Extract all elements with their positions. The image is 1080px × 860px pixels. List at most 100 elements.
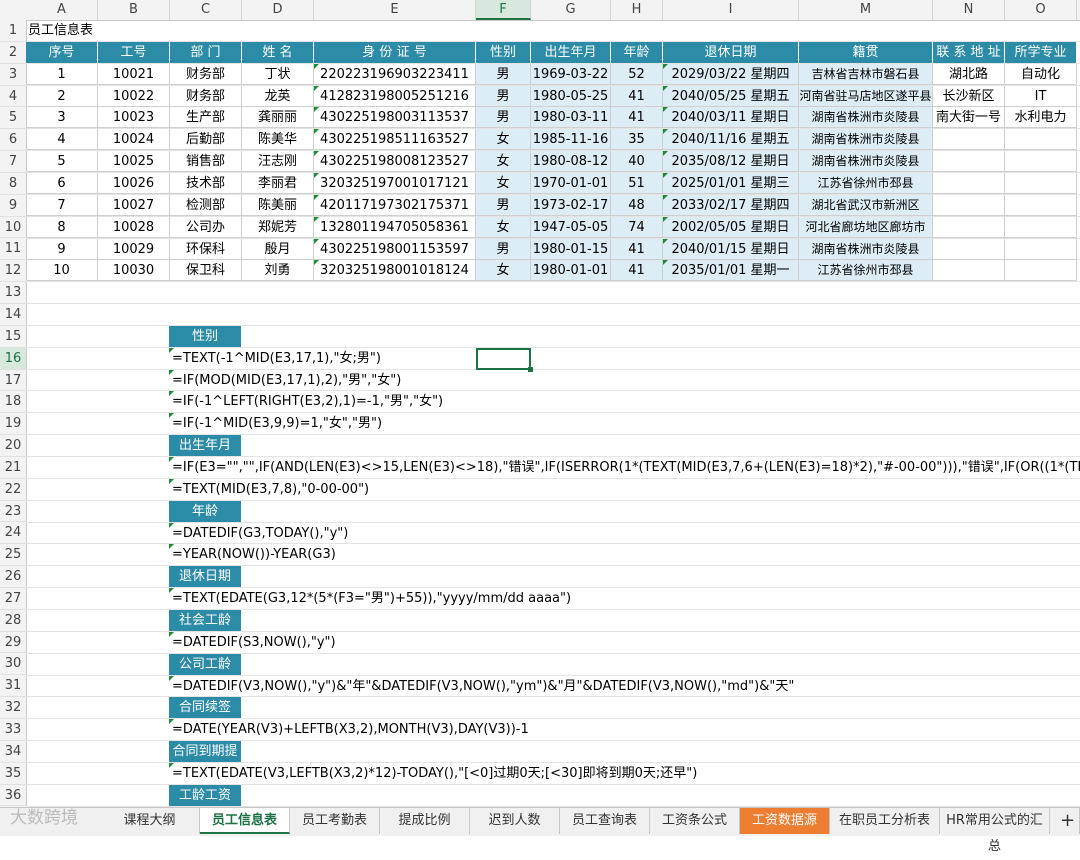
spreadsheet-grid[interactable]: 员工信息表 序号 工号部 门姓 名身 份 证 号性别 出生年月 年龄 退休日期 籍贯联 系… <box>26 20 1080 807</box>
table-cell[interactable] <box>933 238 1005 260</box>
row-header-15[interactable]: 15 <box>0 326 26 348</box>
table-cell[interactable]: 430225198003113537 <box>314 107 476 129</box>
table-cell[interactable]: 刘勇 <box>242 260 314 282</box>
row-header-18[interactable]: 18 <box>0 391 26 414</box>
table-header-cell[interactable]: 身 份 证 号 <box>314 41 476 63</box>
table-cell[interactable]: 2 <box>26 85 98 107</box>
table-cell[interactable]: 湖南省株洲市炎陵县 <box>799 238 933 260</box>
row-header-17[interactable]: 17 <box>0 370 26 392</box>
column-header-N[interactable]: N <box>933 0 1005 20</box>
table-cell[interactable]: 1980-01-01 <box>531 260 611 282</box>
table-cell[interactable]: 2033/02/17 星期四 <box>663 194 799 216</box>
table-cell[interactable]: 自动化 <box>1005 63 1077 85</box>
table-cell[interactable]: 10026 <box>98 172 170 194</box>
table-cell[interactable]: 40 <box>611 151 663 173</box>
table-cell[interactable]: 51 <box>611 172 663 194</box>
row-header-27[interactable]: 27 <box>0 588 26 610</box>
table-cell[interactable]: 41 <box>611 85 663 107</box>
row-header-11[interactable]: 11 <box>0 238 26 261</box>
table-cell[interactable]: 南大街一号 <box>933 107 1005 129</box>
table-cell[interactable]: 男 <box>476 63 531 85</box>
table-cell[interactable]: 2025/01/01 星期三 <box>663 172 799 194</box>
table-cell[interactable]: 430225198008123527 <box>314 151 476 173</box>
table-cell[interactable]: 430225198511163527 <box>314 129 476 151</box>
table-cell[interactable]: 环保科 <box>170 238 242 260</box>
table-cell[interactable]: 陈美丽 <box>242 194 314 216</box>
table-cell[interactable]: 2035/01/01 星期一 <box>663 260 799 282</box>
table-cell[interactable]: 10022 <box>98 85 170 107</box>
table-cell[interactable]: 10021 <box>98 63 170 85</box>
table-cell[interactable] <box>1005 260 1077 282</box>
row-header-12[interactable]: 12 <box>0 260 26 283</box>
row-header-32[interactable]: 32 <box>0 697 26 719</box>
table-cell[interactable] <box>1005 238 1077 260</box>
table-cell[interactable]: 陈美华 <box>242 129 314 151</box>
formula-text[interactable]: =DATEDIF(V3,NOW(),"y")&"年"&DATEDIF(V3,NO… <box>169 675 794 697</box>
sheet-tab[interactable]: 在职员工分析表 <box>830 808 940 834</box>
sheet-tab[interactable]: 工资条公式 <box>650 808 740 834</box>
section-label[interactable]: 退休日期 <box>169 566 241 588</box>
table-cell[interactable]: 丁状 <box>242 63 314 85</box>
table-cell[interactable]: 殷月 <box>242 238 314 260</box>
table-cell[interactable] <box>933 216 1005 238</box>
table-cell[interactable]: 1980-03-11 <box>531 107 611 129</box>
table-header-cell[interactable]: 工号 <box>98 41 170 63</box>
table-cell[interactable] <box>1005 216 1077 238</box>
table-header-cell[interactable]: 联 系 地 址 <box>933 41 1005 63</box>
table-cell[interactable] <box>1005 151 1077 173</box>
table-cell[interactable]: 男 <box>476 85 531 107</box>
row-header-23[interactable]: 23 <box>0 501 26 523</box>
row-header-25[interactable]: 25 <box>0 544 26 567</box>
table-cell[interactable]: 48 <box>611 194 663 216</box>
table-cell[interactable]: 1947-05-05 <box>531 216 611 238</box>
table-cell[interactable]: 10024 <box>98 129 170 151</box>
table-cell[interactable]: 1 <box>26 63 98 85</box>
table-cell[interactable] <box>933 129 1005 151</box>
table-cell[interactable]: 41 <box>611 238 663 260</box>
row-header-10[interactable]: 10 <box>0 217 26 239</box>
column-header-G[interactable]: G <box>531 0 611 20</box>
row-header-29[interactable]: 29 <box>0 632 26 654</box>
row-header-22[interactable]: 22 <box>0 479 26 501</box>
table-cell[interactable]: 生产部 <box>170 107 242 129</box>
formula-text[interactable]: =DATE(YEAR(V3)+LEFTB(X3,2),MONTH(V3),DAY… <box>169 719 529 740</box>
table-cell[interactable]: 龚丽丽 <box>242 107 314 129</box>
table-cell[interactable]: 2029/03/22 星期四 <box>663 63 799 85</box>
table-cell[interactable]: 74 <box>611 216 663 238</box>
table-cell[interactable]: 1980-05-25 <box>531 85 611 107</box>
column-header-D[interactable]: D <box>242 0 314 20</box>
table-header-cell[interactable]: 出生年月 <box>531 41 611 63</box>
row-header-4[interactable]: 4 <box>0 86 26 108</box>
row-header-24[interactable]: 24 <box>0 522 26 545</box>
row-header-28[interactable]: 28 <box>0 610 26 632</box>
formula-text[interactable]: =TEXT(EDATE(G3,12*(5*(F3="男")+55)),"yyyy… <box>169 588 571 609</box>
table-cell[interactable]: 10030 <box>98 260 170 282</box>
table-cell[interactable]: 10027 <box>98 194 170 216</box>
table-cell[interactable]: 湖北路 <box>933 63 1005 85</box>
table-cell[interactable]: 李丽君 <box>242 172 314 194</box>
table-cell[interactable]: 1980-08-12 <box>531 151 611 173</box>
table-cell[interactable]: 检测部 <box>170 194 242 216</box>
table-cell[interactable]: 35 <box>611 129 663 151</box>
formula-text[interactable]: =IF(-1^LEFT(RIGHT(E3,2),1)=-1,"男","女") <box>169 391 443 412</box>
table-cell[interactable]: 河北省廊坊地区廊坊市 <box>799 216 933 238</box>
table-cell[interactable]: 41 <box>611 260 663 282</box>
table-cell[interactable]: 9 <box>26 238 98 260</box>
table-cell[interactable] <box>933 151 1005 173</box>
sheet-tab[interactable]: 提成比例 <box>380 808 470 834</box>
table-cell[interactable]: 2040/01/15 星期日 <box>663 238 799 260</box>
row-header-6[interactable]: 6 <box>0 129 26 152</box>
table-cell[interactable]: 2040/11/16 星期五 <box>663 129 799 151</box>
table-cell[interactable]: 10023 <box>98 107 170 129</box>
column-header-A[interactable]: A <box>26 0 98 20</box>
formula-text[interactable]: =IF(-1^MID(E3,9,9)=1,"女","男") <box>169 413 382 434</box>
table-header-cell[interactable]: 姓 名 <box>242 41 314 63</box>
table-cell[interactable]: 后勤部 <box>170 129 242 151</box>
table-cell[interactable]: 320325197001017121 <box>314 172 476 194</box>
table-cell[interactable]: 女 <box>476 129 531 151</box>
row-header-8[interactable]: 8 <box>0 173 26 195</box>
column-header-B[interactable]: B <box>98 0 170 20</box>
sheet-tab[interactable]: 员工查询表 <box>560 808 650 834</box>
table-cell[interactable]: 湖南省株洲市炎陵县 <box>799 107 933 129</box>
sheet-tab[interactable]: HR常用公式的汇总 <box>940 808 1050 854</box>
